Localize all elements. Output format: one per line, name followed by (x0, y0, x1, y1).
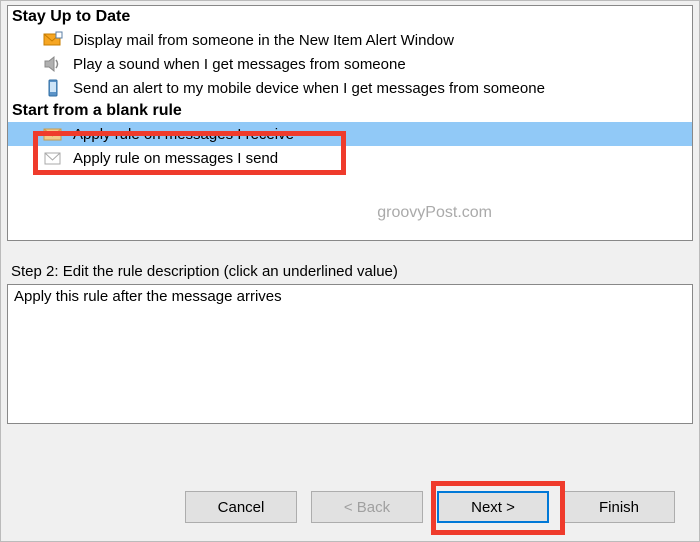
section-stay-up-to-date: Stay Up to Date (8, 6, 692, 28)
item-new-item-alert[interactable]: Display mail from someone in the New Ite… (8, 28, 692, 52)
item-label: Apply rule on messages I send (73, 150, 278, 167)
item-label: Apply rule on messages I receive (73, 126, 294, 143)
item-label: Play a sound when I get messages from so… (73, 56, 406, 73)
envelope-receive-icon (43, 125, 63, 143)
mail-alert-icon (43, 31, 63, 49)
envelope-send-icon (43, 149, 63, 167)
next-button[interactable]: Next > (437, 491, 549, 523)
item-apply-rule-send[interactable]: Apply rule on messages I send (8, 146, 692, 170)
cancel-button[interactable]: Cancel (185, 491, 297, 523)
item-label: Send an alert to my mobile device when I… (73, 80, 545, 97)
item-mobile-alert[interactable]: Send an alert to my mobile device when I… (8, 76, 692, 100)
finish-button[interactable]: Finish (563, 491, 675, 523)
step2-label: Step 2: Edit the rule description (click… (7, 263, 693, 280)
rule-description-text: Apply this rule after the message arrive… (14, 288, 282, 305)
item-play-sound[interactable]: Play a sound when I get messages from so… (8, 52, 692, 76)
rule-description-box[interactable]: Apply this rule after the message arrive… (7, 284, 693, 424)
mobile-icon (43, 79, 63, 97)
back-button: < Back (311, 491, 423, 523)
watermark: groovyPost.com (377, 204, 492, 222)
button-row: Cancel < Back Next > Finish (185, 491, 675, 523)
item-apply-rule-receive[interactable]: Apply rule on messages I receive (8, 122, 692, 146)
rules-wizard-dialog: Stay Up to Date Display mail from someon… (0, 0, 700, 542)
section-start-blank-rule: Start from a blank rule (8, 100, 692, 122)
template-listbox[interactable]: Stay Up to Date Display mail from someon… (7, 5, 693, 241)
speaker-icon (43, 55, 63, 73)
item-label: Display mail from someone in the New Ite… (73, 32, 454, 49)
